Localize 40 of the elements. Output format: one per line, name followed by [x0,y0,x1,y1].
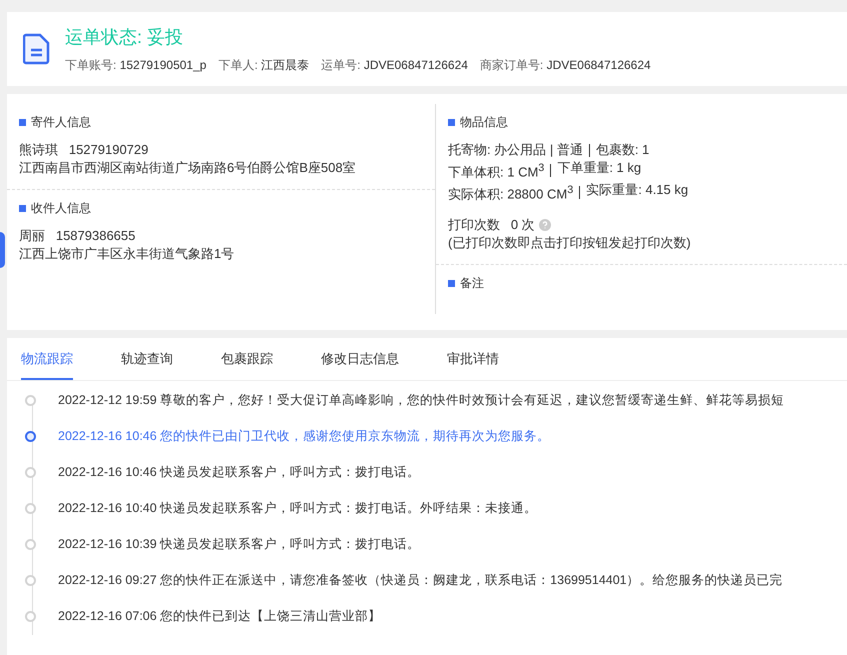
order-meta-field: 下单账号: 15279190501_p [65,56,206,74]
section-marker-icon [448,119,455,126]
section-title: 备注 [460,274,484,292]
timeline-entry: 2022-12-16 07:06 您的快件已到达【上饶三清山营业部】 [58,608,382,626]
help-icon [538,218,551,231]
goods-field: 下单重量: 1 kg [557,159,642,182]
timeline-entry: 2022-12-16 10:46 快递员发起联系客户，呼叫方式：拨打电话。 [58,464,420,482]
order-meta-field: 商家订单号: JDVE06847126624 [480,56,651,74]
order-meta-field: 下单人: 江西晨泰 [218,56,310,74]
timeline-entry: 2022-12-16 10:46 您的快件已由门卫代收，感谢您使用京东物流，期待再次为您服务。 [58,428,550,446]
contact-address: 江西南昌市西湖区南站街道广场南路6号伯爵公馆B座508室 [19,159,357,177]
section-title: 寄件人信息 [31,114,91,131]
contact-address: 江西上饶市广丰区永丰街道气象路1号 [19,245,236,263]
tab[interactable]: 修改日志信息 [321,338,399,380]
section-title: 收件人信息 [31,200,91,217]
section-marker-icon [19,205,26,212]
document-icon [23,33,51,65]
tab[interactable]: 物流跟踪 [21,338,73,380]
goods-field: 实际体积: 28800 CM$^{3}$ [448,181,574,204]
goods-field: 包裹数: 1 [596,141,650,159]
print-count-note: (已打印次数即点击打印按钮发起打印次数) [448,234,692,252]
goods-field: 实际重量: 4.15 kg [586,181,688,204]
waybill-status: 运单状态: 妥投 [65,26,184,48]
side-tab[interactable] [0,232,5,268]
timeline-entry: 2022-12-16 09:27 您的快件正在派送中，请您准备签收（快递员：阙建龙，联系电话：13699514401）。给您服务的快递员已完 [58,572,783,590]
goods-field: 下单体积: 1 CM$^{3}$ [448,159,544,182]
timeline-entry: 2022-12-16 10:40 快递员发起联系客户，呼叫方式：拨打电话。外呼结果：未接通。 [58,500,538,518]
tab[interactable]: 审批详情 [447,338,499,380]
print-count-label: 打印次数 0 次 [448,216,535,234]
contact-name-phone: 熊诗琪 15279190729 [19,141,150,159]
contact-name-phone: 周丽 15879386655 [19,227,136,245]
section-marker-icon [19,119,26,126]
timeline-entry: 2022-12-12 19:59 尊敬的客户，您好！受大促订单高峰影响，您的快件时效预计会有延迟，建议您暂缓寄递生鲜、鲜花等易损短 [58,392,784,410]
tab[interactable]: 轨迹查询 [121,338,173,380]
tab[interactable]: 包裹跟踪 [221,338,273,380]
section-marker-icon [448,280,455,287]
section-title: 物品信息 [460,114,508,131]
order-meta-field: 运单号: JDVE06847126624 [321,56,468,74]
timeline-entry: 2022-12-16 10:39 快递员发起联系客户，呼叫方式：拨打电话。 [58,536,420,554]
goods-field: 托寄物: 办公用品 | 普通 [448,141,583,159]
